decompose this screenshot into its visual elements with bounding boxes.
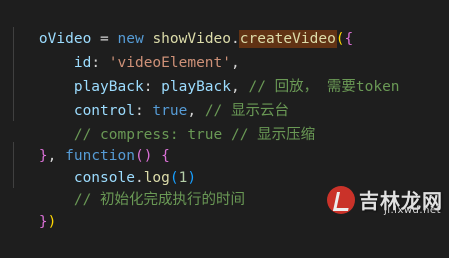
token-brace-open: { bbox=[344, 31, 354, 47]
code-line-9[interactable]: }) bbox=[4, 186, 56, 230]
watermark-logo-icon bbox=[327, 185, 355, 214]
code-line-7[interactable]: console.log(1) bbox=[4, 142, 196, 186]
token-paren-open: ( bbox=[335, 31, 345, 47]
code-editor[interactable]: oVideo = new showVideo.createVideo({ id:… bbox=[0, 0, 449, 230]
code-line-1[interactable]: oVideo = new showVideo.createVideo({ bbox=[4, 3, 353, 48]
token-brace-close: } bbox=[38, 214, 48, 230]
code-line-8[interactable]: // 初始化完成执行的时间 bbox=[4, 164, 245, 208]
watermark: 吉林龙网 jl.lxwd.net bbox=[327, 185, 443, 216]
code-line-3[interactable]: playBack: playBack, // 回放， 需要token bbox=[4, 51, 400, 95]
token-method-highlighted: createVideo bbox=[238, 30, 337, 48]
watermark-url: jl.lxwd.net bbox=[383, 205, 441, 216]
token-comment: // 初始化完成执行的时间 bbox=[73, 192, 246, 208]
code-line-6[interactable]: }, function() { bbox=[4, 120, 170, 164]
token-paren-close: ) bbox=[47, 214, 57, 230]
code-line-4[interactable]: control: true, // 显示云台 bbox=[4, 75, 289, 119]
code-line-2[interactable]: id: 'videoElement', bbox=[4, 27, 240, 71]
